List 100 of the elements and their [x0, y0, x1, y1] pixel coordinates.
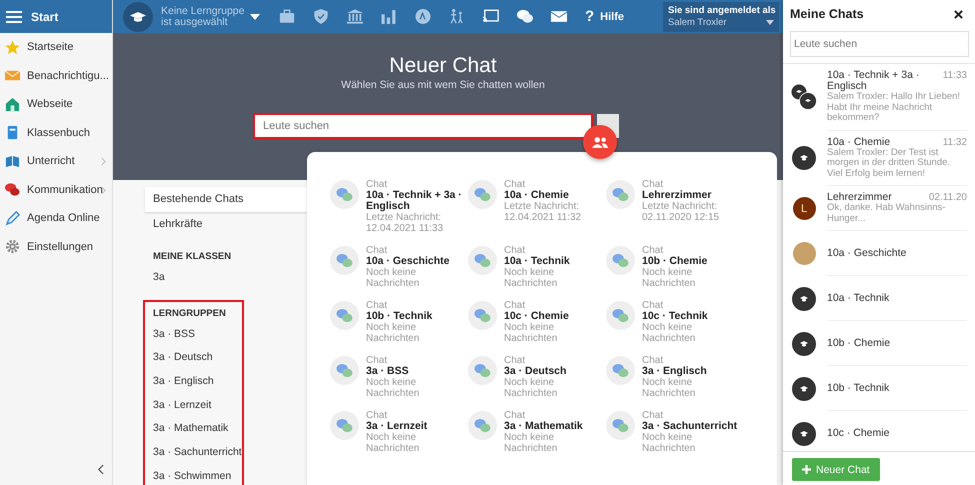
- group-list-item[interactable]: 3a · Sachunterricht: [145, 441, 242, 465]
- sidebar-item[interactable]: Benachrichtigu...: [0, 62, 112, 90]
- chat-bubbles-icon[interactable]: [330, 356, 359, 385]
- chat-last-message-info: Letzte Nachricht: 12.04.2021 11:32: [504, 201, 582, 223]
- login-user-menu[interactable]: Sie sind angemeldet als Salem Troxler: [663, 2, 779, 32]
- chat-name: 10a · Technik: [827, 292, 890, 304]
- chat-name: 10a · Chemie: [827, 136, 890, 148]
- shield-icon[interactable]: [313, 9, 329, 24]
- chat-bubbles-icon[interactable]: [606, 246, 635, 275]
- group-list-item[interactable]: 3a · Mathematik: [145, 417, 242, 442]
- sidebar-item[interactable]: Startseite: [0, 33, 112, 62]
- sidebar-item[interactable]: Webseite: [0, 90, 112, 118]
- chat-last-message-info: Noch keine Nachrichten: [504, 322, 558, 344]
- walking-people-icon[interactable]: [449, 9, 465, 24]
- chevron-right-icon: [101, 157, 106, 166]
- chat-bubbles-icon[interactable]: [468, 356, 497, 385]
- sidebar-item[interactable]: Klassenbuch: [0, 118, 112, 147]
- group-list-item[interactable]: 3a · Schwimmen: [145, 464, 242, 485]
- chat-name[interactable]: 3a · Sachunterricht: [642, 421, 740, 432]
- collapse-chevron-icon[interactable]: [97, 464, 104, 475]
- group-avatars-icon: [791, 84, 817, 110]
- close-icon[interactable]: [954, 10, 963, 18]
- chat-name: Lehrerzimmer: [827, 192, 892, 203]
- sidebar-item[interactable]: Unterricht: [0, 147, 112, 176]
- chat-bubbles-icon[interactable]: [468, 301, 497, 330]
- chat-bubbles-icon[interactable]: [468, 246, 497, 275]
- bar-chart-icon[interactable]: [381, 9, 397, 24]
- group-list-item[interactable]: 3a · Deutsch: [145, 346, 242, 370]
- chat-name[interactable]: 3a · Mathematik: [504, 421, 602, 432]
- chat-name: 10b · Technik: [827, 382, 890, 394]
- chat-filter-tab[interactable]: Bestehende Chats: [145, 187, 307, 212]
- chat-last-message-info: Noch keine Nachrichten: [366, 432, 420, 454]
- chat-name[interactable]: 10a · Chemie: [504, 190, 602, 201]
- bank-icon[interactable]: [347, 9, 363, 24]
- chat-name[interactable]: 3a · Deutsch: [504, 366, 602, 377]
- sidebar-item[interactable]: Kommunikation: [0, 176, 112, 204]
- chat-bubbles-icon[interactable]: [606, 411, 635, 440]
- graduation-cap-icon[interactable]: [123, 2, 153, 32]
- chat-list-item[interactable]: 10a · Technik: [783, 276, 975, 321]
- chat-search-field[interactable]: Leute suchen: [790, 31, 969, 57]
- group-avatar-icon: [792, 286, 816, 310]
- question-mark-icon: ?: [585, 8, 594, 25]
- group-list-item[interactable]: 3a · BSS: [145, 322, 242, 346]
- chat-name[interactable]: Lehrerzimmer: [642, 190, 740, 201]
- group-list-item[interactable]: 3a: [145, 266, 242, 290]
- group-list-item[interactable]: 3a · Lernzeit: [145, 394, 242, 418]
- chat-last-message-info: Noch keine Nachrichten: [642, 377, 696, 399]
- chat-last-message-info: Noch keine Nachrichten: [642, 432, 696, 454]
- page-subtitle: Wählen Sie aus mit wem Sie chatten wollen: [341, 79, 545, 91]
- chat-bubbles-icon[interactable]: [330, 246, 359, 275]
- briefcase-icon[interactable]: [279, 9, 295, 24]
- chat-bubbles-icon[interactable]: [468, 411, 497, 440]
- people-search-field[interactable]: Leute suchen: [253, 113, 593, 139]
- chat-bubbles-icon[interactable]: [468, 180, 497, 209]
- chat-bubbles-icon[interactable]: [330, 301, 359, 330]
- cast-screen-icon[interactable]: [483, 9, 499, 24]
- chat-last-message-info: Noch keine Nachrichten: [504, 377, 558, 399]
- chat-name[interactable]: 3a · Englisch: [642, 366, 740, 377]
- sidebar-item[interactable]: Agenda Online: [0, 204, 112, 232]
- app-title[interactable]: Start: [31, 10, 58, 24]
- chat-type-label: Chat: [504, 179, 526, 190]
- chat-name[interactable]: 10a · Technik: [504, 256, 602, 267]
- chat-last-message-info: Noch keine Nachrichten: [366, 267, 420, 289]
- caret-icon: [766, 20, 774, 25]
- chat-bubbles-icon[interactable]: [606, 356, 635, 385]
- chat-name[interactable]: 10b · Technik: [366, 311, 464, 322]
- chat-name[interactable]: 3a · BSS: [366, 366, 464, 377]
- chat-name[interactable]: 10a · Geschichte: [366, 256, 464, 267]
- chat-list-item[interactable]: 10c · Chemie: [783, 411, 975, 451]
- chat-bubbles-icon[interactable]: [606, 180, 635, 209]
- chat-bubbles-icon[interactable]: [330, 411, 359, 440]
- section-heading: LERNGRUPPEN: [152, 306, 227, 321]
- envelope-icon[interactable]: [551, 9, 567, 24]
- chat-list-item[interactable]: L Lehrerzimmer 02.11.20 Ok, danke. Hab Wahnsinns-Hunger...: [783, 186, 975, 231]
- chat-list-item[interactable]: 10a · Technik + 3a · Englisch 11:33 Salem Troxler: Hallo Ihr Lieben! Habt Ihr meine Nachricht bekommen?: [783, 64, 975, 130]
- chat-name[interactable]: 3a · Lernzeit: [366, 421, 464, 432]
- chat-list-item[interactable]: 10b · Technik: [783, 366, 975, 411]
- sidebar-item[interactable]: Einstellungen: [0, 232, 112, 261]
- chat-bubbles-icon[interactable]: [606, 301, 635, 330]
- chat-name[interactable]: 10c · Technik: [642, 311, 740, 322]
- chat-bubbles-icon[interactable]: [330, 180, 359, 209]
- chat-list-item[interactable]: 10a · Chemie 11:32 Salem Troxler: Der Test ist morgen in der dritten Stunde. Viel Erfolg beim lernen!: [783, 130, 975, 186]
- grade-circle-icon[interactable]: [415, 9, 431, 24]
- chat-name[interactable]: 10b · Chemie: [642, 256, 740, 267]
- chat-type-label: Chat: [366, 410, 388, 421]
- chat-list-item[interactable]: 10a · Geschichte: [783, 231, 975, 276]
- group-list-item[interactable]: 3a · Englisch: [145, 370, 242, 394]
- chat-name[interactable]: 10a · Technik + 3a · Englisch: [366, 190, 464, 212]
- chat-filter-tab[interactable]: Lehrkräfte: [145, 212, 307, 237]
- page-title: Neuer Chat: [389, 53, 497, 79]
- chat-list-item[interactable]: 10b · Chemie: [783, 321, 975, 366]
- chat-last-message-info: Letzte Nachricht: 02.11.2020 12:15: [642, 201, 720, 223]
- menu-icon[interactable]: [6, 10, 22, 22]
- chat-bubbles-icon[interactable]: [517, 9, 533, 24]
- letter-avatar: L: [792, 197, 816, 220]
- chat-name: 10a · Geschichte: [827, 248, 906, 258]
- chat-name[interactable]: 10c · Chemie: [504, 311, 602, 322]
- people-icon: [591, 136, 609, 148]
- house-icon: [5, 96, 20, 112]
- help-link[interactable]: ? Hilfe: [585, 8, 624, 25]
